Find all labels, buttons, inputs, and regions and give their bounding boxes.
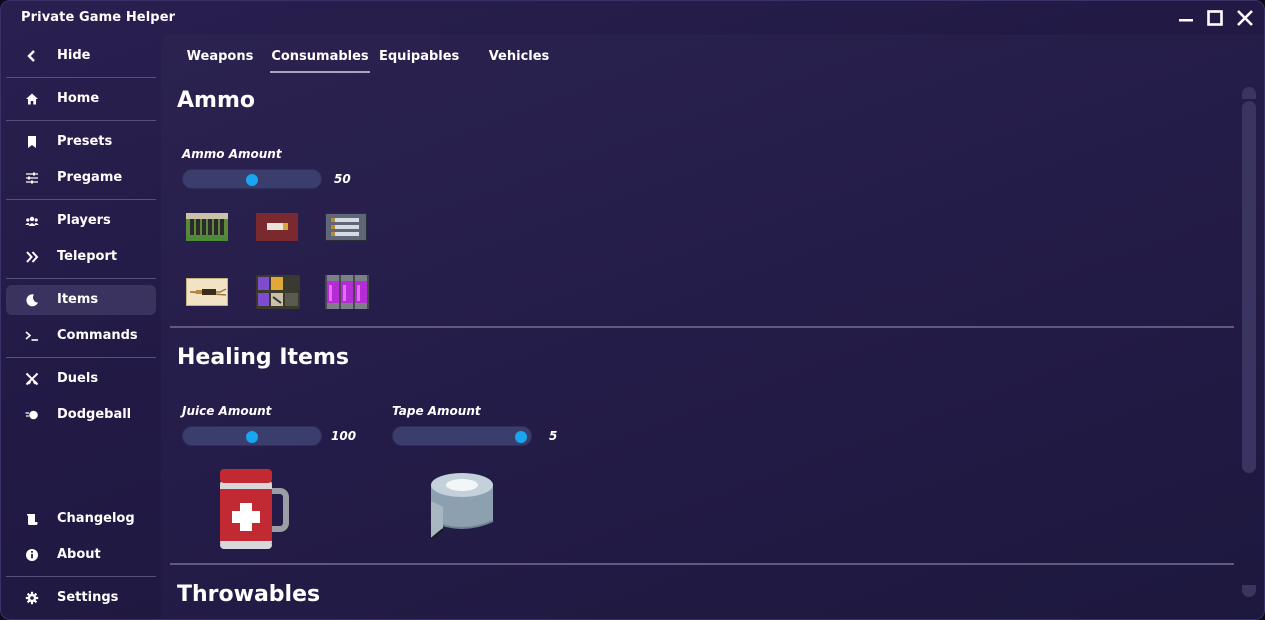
home-icon <box>24 91 40 107</box>
throwables-section-title: Throwables <box>177 582 321 607</box>
sliders-icon <box>24 170 40 186</box>
info-icon <box>24 547 40 563</box>
scroll-icon <box>24 511 40 527</box>
tape-icon[interactable] <box>425 471 499 547</box>
ball-icon <box>24 407 40 423</box>
juice-slider-thumb[interactable] <box>246 431 258 443</box>
sidebar-item-label: Dodgeball <box>57 407 132 422</box>
sidebar-divider <box>6 576 156 577</box>
sidebar-item-hide[interactable]: Hide <box>6 41 156 71</box>
sidebar-divider <box>6 77 156 78</box>
tab-weapons[interactable]: Weapons <box>183 49 257 73</box>
healing-section-title: Healing Items <box>177 345 349 370</box>
close-button[interactable] <box>1234 7 1256 29</box>
sidebar-item-label: Changelog <box>57 511 135 526</box>
scroll-thumb[interactable] <box>1242 101 1256 473</box>
content-panel: Weapons Consumables Equipables Vehicles … <box>161 35 1264 619</box>
tape-slider-thumb[interactable] <box>515 431 527 443</box>
sidebar-item-label: Teleport <box>57 249 118 264</box>
scroll-up-arrow[interactable] <box>1242 87 1256 99</box>
app-window: Private Game Helper Hide Home Presets Pr <box>0 0 1265 620</box>
sidebar-item-commands[interactable]: Commands <box>6 321 156 351</box>
shells-ammo-icon[interactable] <box>256 213 298 245</box>
tab-consumables[interactable]: Consumables <box>270 49 370 73</box>
crossed-swords-icon <box>24 371 40 387</box>
tab-vehicles[interactable]: Vehicles <box>485 49 553 73</box>
ammo-amount-value: 50 <box>334 172 351 186</box>
sidebar-item-settings[interactable]: Settings <box>6 583 156 613</box>
sidebar-item-home[interactable]: Home <box>6 84 156 114</box>
sidebar-item-label: About <box>57 547 101 562</box>
juice-amount-slider[interactable] <box>182 426 322 446</box>
terminal-icon <box>24 328 40 344</box>
maximize-icon <box>1207 10 1223 26</box>
sidebar-item-players[interactable]: Players <box>6 206 156 236</box>
sidebar: Hide Home Presets Pregame Players Telepo… <box>1 35 161 619</box>
sidebar-item-label: Items <box>57 292 99 307</box>
close-icon <box>1237 10 1253 26</box>
sidebar-item-label: Players <box>57 213 111 228</box>
tape-amount-value: 5 <box>549 429 558 443</box>
tab-equipables[interactable]: Equipables <box>379 49 459 73</box>
sidebar-divider <box>6 357 156 358</box>
section-divider <box>170 563 1234 565</box>
gear-icon <box>24 590 40 606</box>
sidebar-divider <box>6 120 156 121</box>
sidebar-item-label: Settings <box>57 590 119 605</box>
sidebar-item-duels[interactable]: Duels <box>6 364 156 394</box>
ammo-amount-label: Ammo Amount <box>182 147 282 161</box>
sidebar-item-label: Presets <box>57 134 113 149</box>
chevron-left-icon <box>24 48 40 64</box>
juice-amount-value: 100 <box>331 429 357 443</box>
sidebar-item-label: Hide <box>57 48 91 63</box>
sidebar-item-items[interactable]: Items <box>6 285 156 315</box>
medium-ammo-icon[interactable] <box>324 212 368 245</box>
sidebar-item-changelog[interactable]: Changelog <box>6 504 156 534</box>
sidebar-item-label: Home <box>57 91 100 106</box>
ammo-amount-slider[interactable] <box>182 169 322 189</box>
sidebar-item-pregame[interactable]: Pregame <box>6 163 156 193</box>
minimize-button[interactable] <box>1175 7 1197 29</box>
juice-amount-label: Juice Amount <box>182 404 272 418</box>
sidebar-item-about[interactable]: About <box>6 540 156 570</box>
app-title: Private Game Helper <box>21 10 176 25</box>
light-ammo-icon[interactable] <box>186 213 228 245</box>
sidebar-divider <box>6 278 156 279</box>
energy-ammo-icon[interactable] <box>325 275 369 313</box>
maximize-button[interactable] <box>1204 7 1226 29</box>
scroll-down-arrow[interactable] <box>1242 585 1256 597</box>
sidebar-item-label: Duels <box>57 371 99 386</box>
content-scrollbar[interactable] <box>1242 87 1256 597</box>
sidebar-item-label: Pregame <box>57 170 123 185</box>
tape-amount-slider[interactable] <box>392 426 532 446</box>
minimize-icon <box>1179 19 1193 22</box>
rockets-ammo-icon[interactable] <box>256 275 300 313</box>
heavy-ammo-icon[interactable] <box>185 277 229 310</box>
double-chevron-right-icon <box>24 249 40 265</box>
sidebar-divider <box>6 199 156 200</box>
moon-icon <box>24 292 40 308</box>
section-divider <box>170 326 1234 328</box>
bookmark-icon <box>24 134 40 150</box>
sidebar-item-presets[interactable]: Presets <box>6 127 156 157</box>
sidebar-item-dodgeball[interactable]: Dodgeball <box>6 400 156 430</box>
sidebar-item-label: Commands <box>57 328 138 343</box>
ammo-slider-thumb[interactable] <box>246 174 258 186</box>
title-bar: Private Game Helper <box>1 1 1264 35</box>
users-icon <box>24 213 40 229</box>
tape-amount-label: Tape Amount <box>392 404 481 418</box>
sidebar-item-teleport[interactable]: Teleport <box>6 242 156 272</box>
ammo-section-title: Ammo <box>177 88 255 113</box>
health-juice-icon[interactable] <box>216 467 290 555</box>
